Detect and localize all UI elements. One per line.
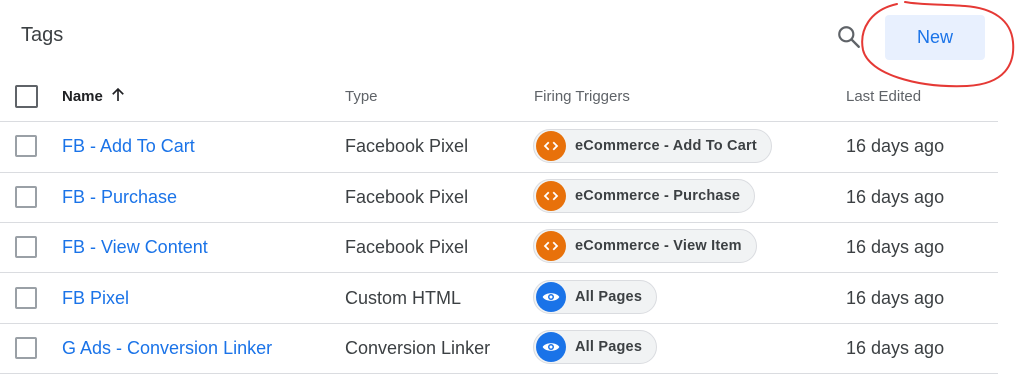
code-icon: [536, 231, 566, 261]
trigger-chip[interactable]: eCommerce - Add To Cart: [533, 129, 772, 163]
divider: [0, 272, 998, 273]
tag-name-link[interactable]: FB Pixel: [62, 288, 129, 309]
trigger-label: eCommerce - Add To Cart: [575, 138, 757, 154]
last-edited: 16 days ago: [846, 136, 945, 156]
search-icon[interactable]: [836, 24, 862, 50]
code-icon: [536, 131, 566, 161]
column-header-name[interactable]: Name: [62, 88, 103, 105]
tag-type: Facebook Pixel: [345, 136, 469, 156]
divider: [0, 121, 998, 122]
last-edited: 16 days ago: [846, 288, 945, 308]
tag-name-link[interactable]: G Ads - Conversion Linker: [62, 338, 272, 359]
trigger-chip[interactable]: eCommerce - View Item: [533, 229, 757, 263]
tag-type: Facebook Pixel: [345, 237, 469, 257]
row-checkbox[interactable]: [15, 135, 37, 157]
divider: [0, 323, 998, 324]
divider: [0, 373, 998, 374]
column-header-last-edited[interactable]: Last Edited: [846, 88, 921, 105]
column-header-firing-triggers: Firing Triggers: [534, 88, 630, 105]
row-checkbox[interactable]: [15, 186, 37, 208]
divider: [0, 172, 998, 173]
last-edited: 16 days ago: [846, 237, 945, 257]
arrow-upward-icon[interactable]: [109, 86, 127, 104]
column-header-type[interactable]: Type: [345, 88, 378, 105]
trigger-label: All Pages: [575, 339, 643, 355]
trigger-label: All Pages: [575, 289, 643, 305]
tag-type: Facebook Pixel: [345, 187, 469, 207]
row-checkbox[interactable]: [15, 236, 37, 258]
row-checkbox[interactable]: [15, 287, 37, 309]
new-tag-button[interactable]: New: [885, 15, 985, 60]
trigger-label: eCommerce - View Item: [575, 238, 742, 254]
select-all-checkbox[interactable]: [15, 85, 38, 108]
last-edited: 16 days ago: [846, 187, 945, 207]
page-title: Tags: [21, 24, 64, 46]
last-edited: 16 days ago: [846, 338, 945, 358]
trigger-chip[interactable]: All Pages: [533, 280, 658, 314]
code-icon: [536, 181, 566, 211]
eye-icon: [536, 282, 566, 312]
trigger-chip[interactable]: eCommerce - Purchase: [533, 179, 756, 213]
tag-type: Conversion Linker: [345, 338, 491, 358]
row-checkbox[interactable]: [15, 337, 37, 359]
trigger-chip[interactable]: All Pages: [533, 330, 658, 364]
tag-name-link[interactable]: FB - Purchase: [62, 187, 177, 208]
divider: [0, 222, 998, 223]
tag-name-link[interactable]: FB - Add To Cart: [62, 136, 195, 157]
trigger-label: eCommerce - Purchase: [575, 188, 741, 204]
eye-icon: [536, 332, 566, 362]
tag-name-link[interactable]: FB - View Content: [62, 237, 208, 258]
tag-type: Custom HTML: [345, 288, 462, 308]
